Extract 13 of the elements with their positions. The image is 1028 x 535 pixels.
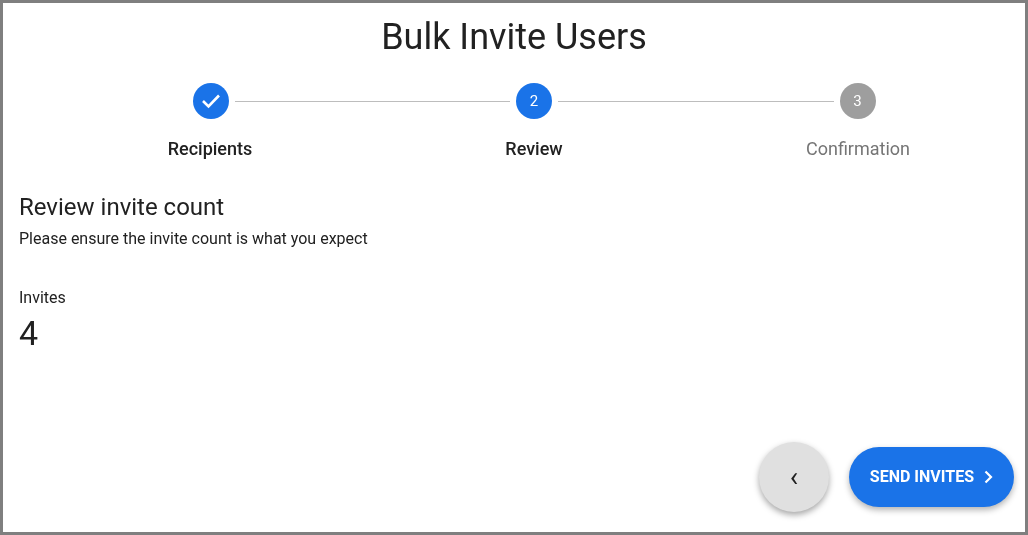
section-description: Please ensure the invite count is what you expect: [19, 228, 368, 250]
step-number: 3: [839, 83, 876, 119]
step-label: Recipients: [167, 137, 253, 161]
chevron-right-icon: [984, 470, 993, 484]
stat-value: 4: [19, 313, 39, 353]
step-label: Review: [505, 137, 563, 161]
back-button[interactable]: ‹: [758, 442, 829, 512]
stat-label: Invites: [19, 287, 66, 309]
send-invites-button[interactable]: SEND INVITES: [848, 447, 1014, 507]
step-number: 2: [516, 83, 552, 119]
step-label: Confirmation: [805, 137, 910, 161]
page-title: Bulk Invite Users: [381, 15, 647, 59]
section-heading: Review invite count: [19, 192, 225, 222]
